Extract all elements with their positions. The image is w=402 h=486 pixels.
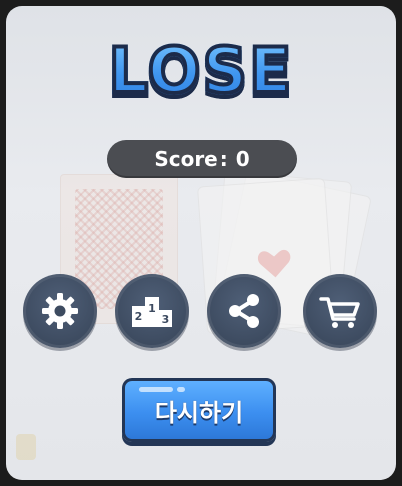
svg-text:3: 3 (162, 313, 170, 326)
result-dialog: LOSE Score : 0 1 2 3 다시하기 (6, 6, 396, 480)
share-icon (229, 294, 259, 328)
button-shine (139, 387, 173, 392)
podium-icon: 1 2 3 (132, 297, 172, 327)
share-button[interactable] (207, 274, 281, 348)
heart-suit-icon (257, 249, 291, 278)
score-value: 0 (235, 147, 250, 171)
score-display: Score : 0 (107, 140, 297, 178)
background-chip (16, 434, 36, 460)
settings-button[interactable] (23, 274, 97, 348)
score-separator: : (219, 147, 228, 171)
retry-label: 다시하기 (154, 398, 244, 427)
shop-button[interactable] (303, 274, 377, 348)
ranking-button[interactable]: 1 2 3 (115, 274, 189, 348)
svg-text:2: 2 (135, 310, 143, 323)
cart-icon (319, 297, 360, 328)
result-title: LOSE (6, 32, 396, 109)
retry-button[interactable]: 다시하기 (122, 378, 276, 442)
score-label: Score (154, 147, 218, 171)
button-shine (177, 387, 185, 392)
gear-icon (42, 293, 78, 329)
svg-text:1: 1 (148, 302, 156, 315)
